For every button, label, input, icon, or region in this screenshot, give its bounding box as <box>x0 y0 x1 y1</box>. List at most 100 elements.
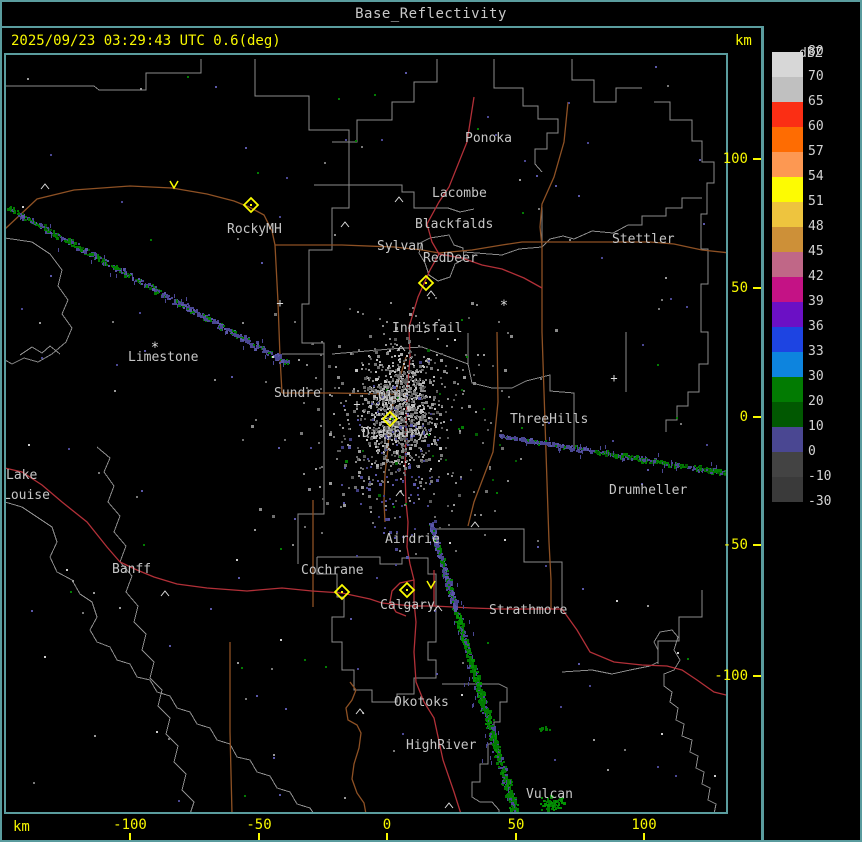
city-label: ThreeHills <box>510 412 588 427</box>
county-boundaries <box>6 59 716 812</box>
colorbar-swatch <box>772 327 803 352</box>
colorbar-swatch <box>772 377 803 402</box>
cross-marker-icon: + <box>276 296 283 310</box>
colorbar-value: 33 <box>808 344 848 360</box>
city-label: Calgary <box>380 598 435 613</box>
colorbar-value: 70 <box>808 69 848 85</box>
radar-vee-marker-icon <box>170 181 178 188</box>
city-label: RockyMH <box>227 222 282 237</box>
city-label: Lake <box>6 468 37 483</box>
echo-streak-se <box>429 522 521 812</box>
colorbar-swatch <box>772 77 803 102</box>
radar-map-canvas: **+++PonokaLacombeBlackfaldsSylvanRedDee… <box>6 55 726 812</box>
colorbar-value: -10 <box>808 469 848 485</box>
bottom-axis-tick <box>129 833 131 842</box>
radar-viewer-window: Base_Reflectivity 2025/09/23 03:29:43 UT… <box>0 0 862 842</box>
colorbar-swatch <box>772 202 803 227</box>
colorbar-panel: dBZ 807065605754514845423936333020100-10… <box>764 26 860 840</box>
city-label: Cochrane <box>301 563 364 578</box>
colorbar-value: 45 <box>808 244 848 260</box>
bottom-axis-tick-label: 50 <box>492 817 540 833</box>
colorbar-value: -30 <box>808 494 848 510</box>
colorbar-swatch <box>772 127 803 152</box>
city-label: Blackfalds <box>415 217 493 232</box>
bottom-axis-tick-label: -50 <box>235 817 283 833</box>
colorbar-value: 48 <box>808 219 848 235</box>
city-label: Louise <box>6 488 50 503</box>
radar-site-icon <box>400 583 414 597</box>
town-caret-icon <box>471 522 479 527</box>
city-label: Innisfail <box>392 321 462 336</box>
city-label: Didsbury <box>362 426 425 441</box>
city-label: Airdrie <box>385 532 440 547</box>
right-axis-tick <box>753 544 761 546</box>
colorbar-value: 57 <box>808 144 848 160</box>
city-label: Sundre <box>274 386 321 401</box>
city-label: Vulcan <box>526 787 573 802</box>
bottom-axis-unit: km <box>13 819 30 835</box>
city-label: Drumheller <box>609 483 687 498</box>
title-bar[interactable]: Base_Reflectivity <box>2 2 860 28</box>
city-label: Limestone <box>128 350 199 365</box>
town-caret-icon <box>161 591 169 596</box>
right-axis-tick-label: -100 <box>714 668 748 684</box>
colorbar-value: 20 <box>808 394 848 410</box>
town-caret-icon <box>427 291 435 296</box>
city-label: HighRiver <box>406 738 477 753</box>
colorbar-swatch <box>772 352 803 377</box>
city-label: RedDeer <box>423 251 478 266</box>
right-axis-unit: km <box>735 33 752 49</box>
colorbar-value: 65 <box>808 94 848 110</box>
cross-marker-icon: + <box>610 371 617 385</box>
echo-dots-se <box>539 726 551 732</box>
right-axis-tick-label: -50 <box>714 537 748 553</box>
town-caret-icon <box>395 197 403 202</box>
colorbar-value: 0 <box>808 444 848 460</box>
right-axis-tick <box>753 675 761 677</box>
city-label: Banff <box>112 562 151 577</box>
bottom-axis-tick <box>386 833 388 842</box>
colorbar-swatch <box>772 52 803 77</box>
colorbar-swatch <box>772 102 803 127</box>
right-axis-tick-label: 50 <box>714 280 748 296</box>
colorbar-value: 51 <box>808 194 848 210</box>
colorbar-value: 39 <box>808 294 848 310</box>
town-caret-icon <box>396 491 404 496</box>
city-label: Olds <box>378 389 409 404</box>
right-axis-tick <box>753 287 761 289</box>
colorbar-value: 54 <box>808 169 848 185</box>
city-label: Okotoks <box>394 695 449 710</box>
city-label: Sylvan <box>377 239 424 254</box>
colorbar-swatch <box>772 252 803 277</box>
radar-map[interactable]: **+++PonokaLacombeBlackfaldsSylvanRedDee… <box>4 53 728 814</box>
colorbar-swatch <box>772 477 803 502</box>
bottom-axis-tick <box>258 833 260 842</box>
colorbar-swatch <box>772 152 803 177</box>
colorbar-swatch <box>772 227 803 252</box>
colorbar-swatch <box>772 302 803 327</box>
colorbar-value: 80 <box>808 44 848 60</box>
timestamp: 2025/09/23 03:29:43 UTC 0.6(deg) <box>11 33 281 49</box>
window-title: Base_Reflectivity <box>355 6 507 22</box>
city-label: Stettler <box>612 232 675 247</box>
colorbar-swatch <box>772 427 803 452</box>
city-label: Ponoka <box>465 131 512 146</box>
colorbar-value: 30 <box>808 369 848 385</box>
colorbar-swatch <box>772 277 803 302</box>
right-axis-tick <box>753 416 761 418</box>
bottom-axis-tick-label: 100 <box>620 817 668 833</box>
town-caret-icon <box>341 222 349 227</box>
town-caret-icon <box>41 184 49 189</box>
town-caret-icon <box>356 709 364 714</box>
colorbar-swatch <box>772 402 803 427</box>
city-label: Strathmore <box>489 603 567 618</box>
town-caret-icon <box>445 803 453 808</box>
cross-marker-icon: + <box>353 397 360 411</box>
right-axis-tick <box>753 158 761 160</box>
radar-site-icon <box>244 198 258 212</box>
star-marker-icon: * <box>500 298 508 314</box>
bottom-axis-tick-label: 0 <box>363 817 411 833</box>
right-axis-tick-label: 100 <box>714 151 748 167</box>
bottom-axis-tick <box>643 833 645 842</box>
colorbar-swatch <box>772 177 803 202</box>
